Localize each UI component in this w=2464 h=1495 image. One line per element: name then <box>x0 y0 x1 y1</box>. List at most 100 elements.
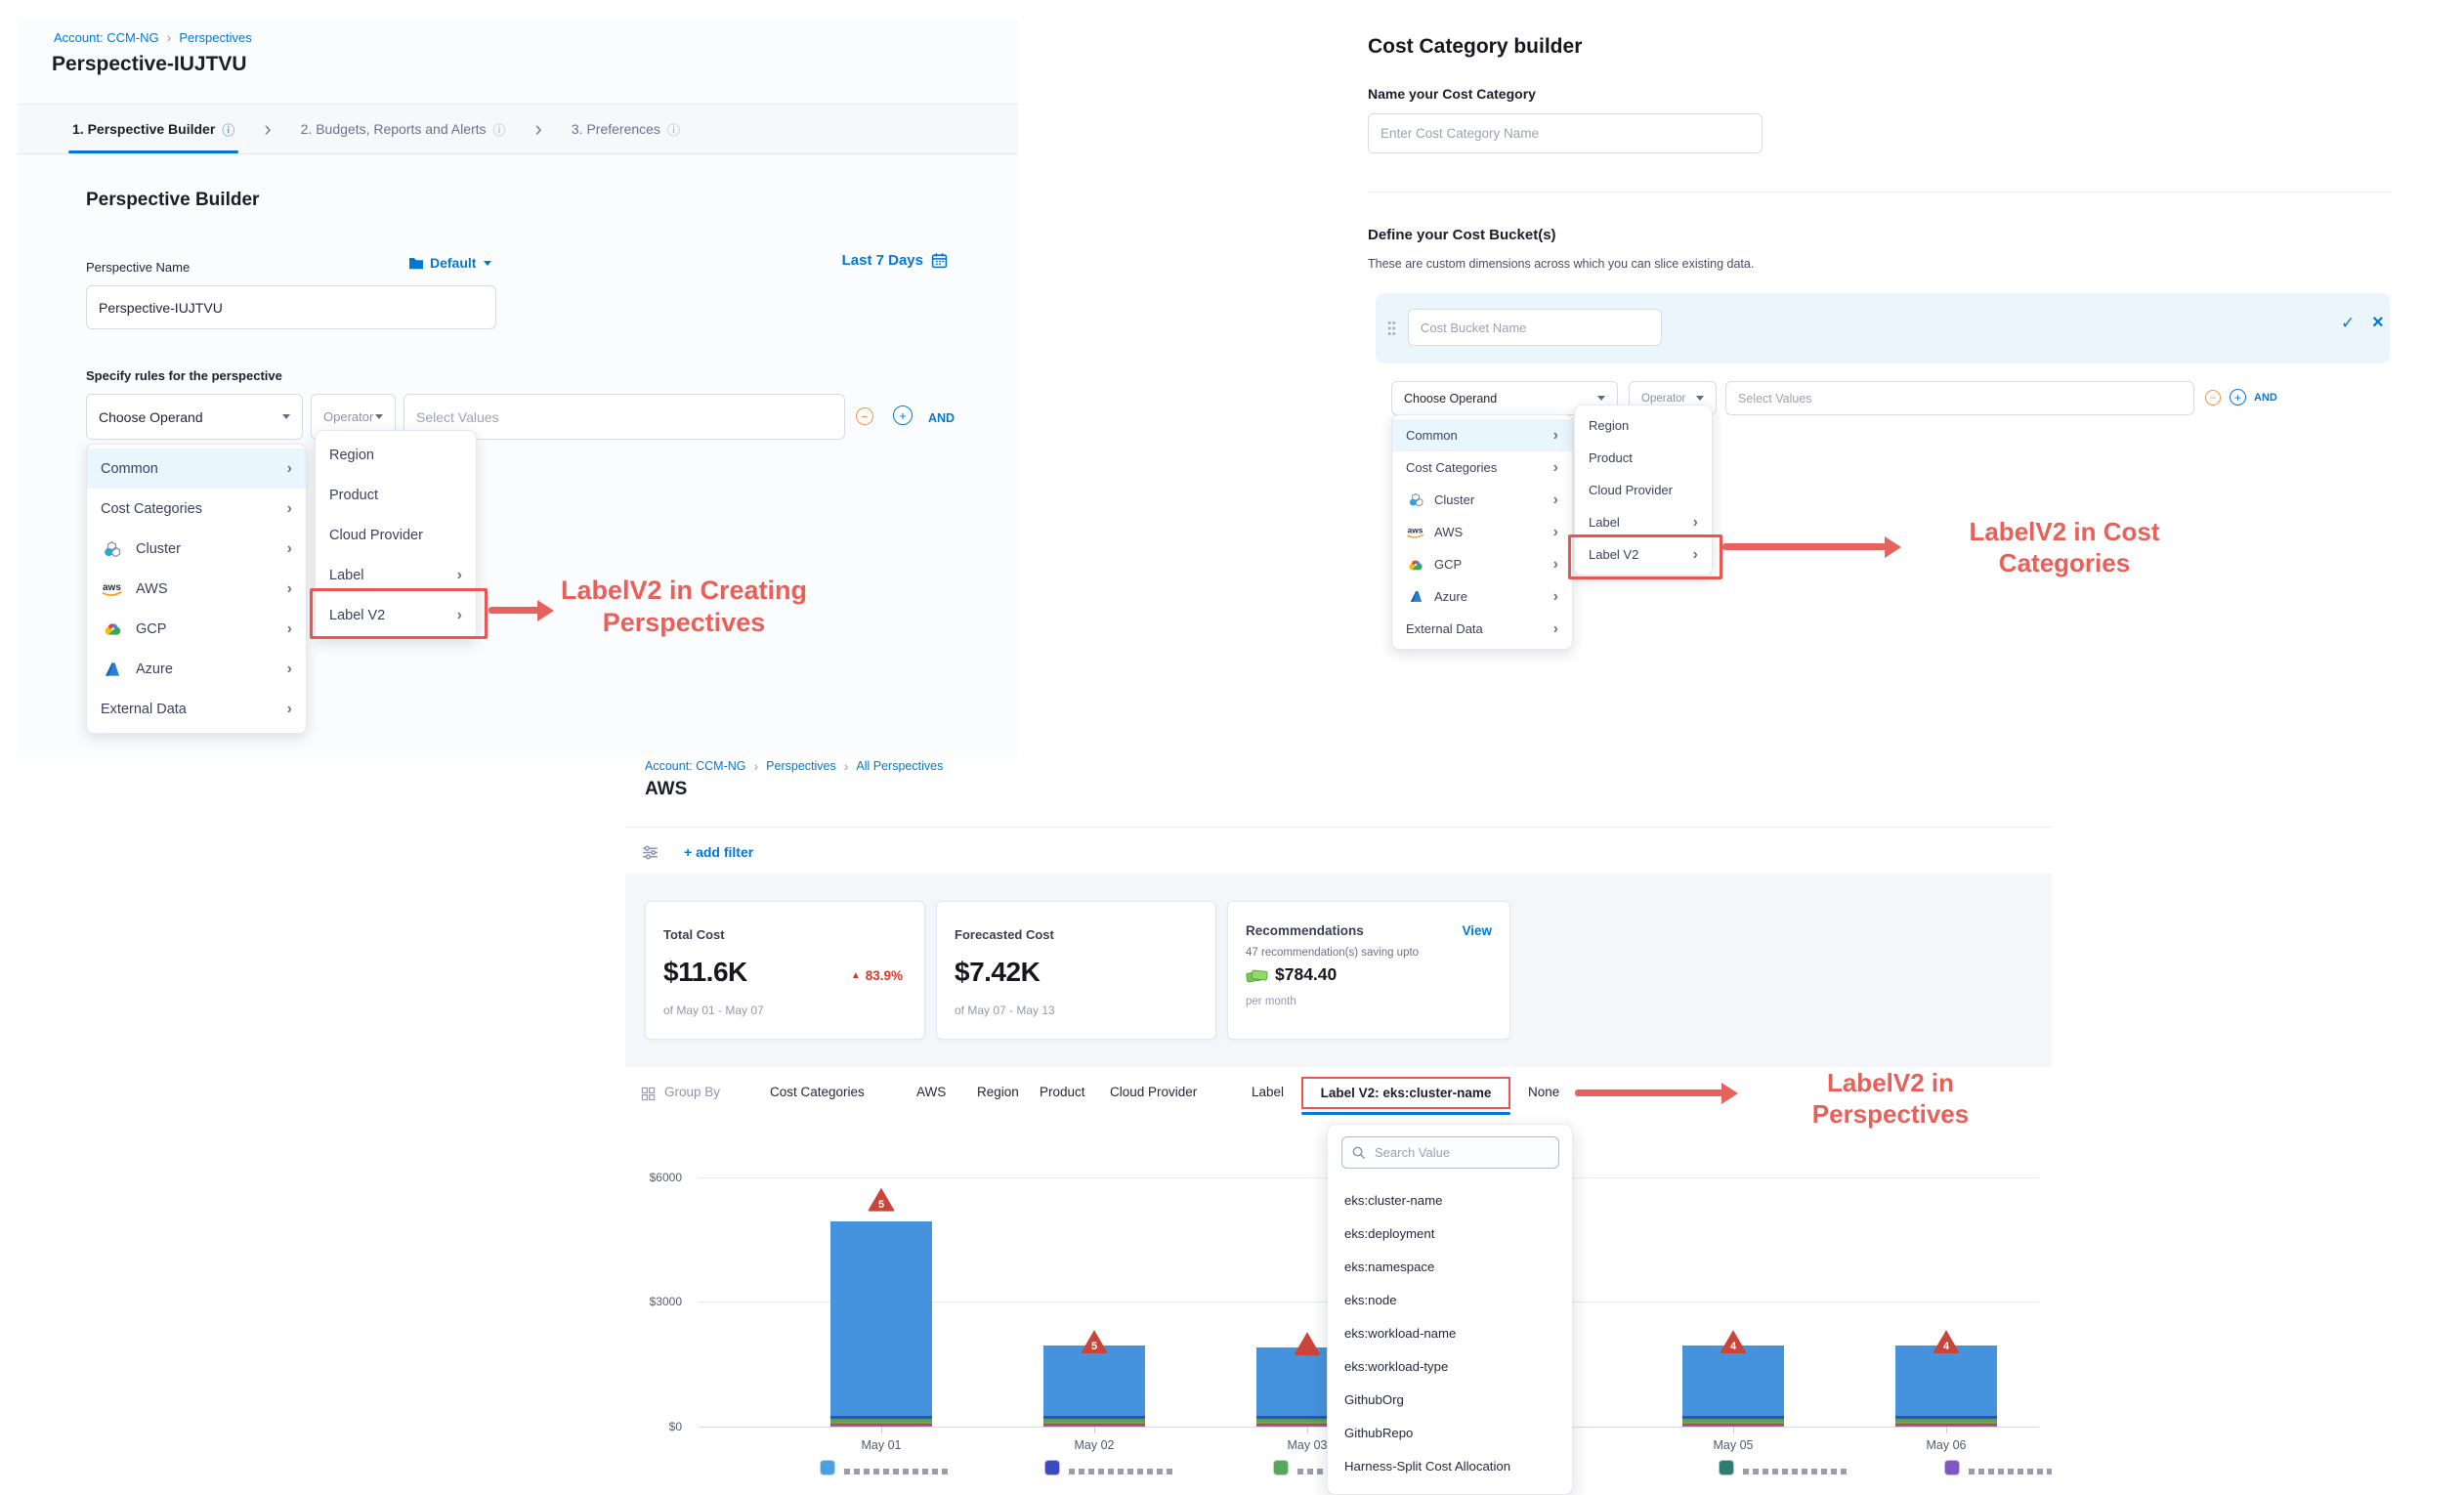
group-by-aws[interactable]: AWS <box>916 1085 946 1099</box>
close-bucket-button[interactable]: × <box>2372 312 2384 334</box>
bar-segment[interactable] <box>1682 1424 1784 1426</box>
tab-preferences[interactable]: 3. Preferences ⓘ <box>572 105 680 153</box>
cost-bucket-name-input[interactable] <box>1408 309 1662 346</box>
bar-segment[interactable] <box>1682 1416 1784 1419</box>
dropdown-item[interactable]: eks:cluster-name <box>1328 1183 1572 1217</box>
perspective-name-input[interactable] <box>86 285 496 329</box>
breadcrumb-account-link[interactable]: Account: CCM-NG <box>54 30 159 45</box>
bar-segment[interactable] <box>830 1419 932 1421</box>
bar-segment[interactable] <box>830 1422 932 1424</box>
delta-up-icon: ▲ <box>851 970 861 981</box>
submenu-item-region[interactable]: Region <box>316 435 476 475</box>
group-by-label-v2-selected[interactable]: Label V2: eks:cluster-name <box>1301 1077 1510 1109</box>
breadcrumb-account-link[interactable]: Account: CCM-NG <box>645 759 746 773</box>
tab-perspective-builder[interactable]: 1. Perspective Builder ⓘ <box>72 105 234 153</box>
and-operator-button[interactable]: AND <box>2254 392 2277 404</box>
submenu-item-label-v2[interactable]: Label V2 › <box>1575 538 1712 571</box>
bar-segment[interactable] <box>1043 1422 1145 1424</box>
breadcrumb-perspectives-link[interactable]: Perspectives <box>179 30 251 45</box>
dropdown-item[interactable]: GithubOrg <box>1328 1383 1572 1416</box>
menu-item-gcp[interactable]: GCP › <box>1392 548 1572 580</box>
submenu-item-product[interactable]: Product <box>1575 442 1712 474</box>
bar-segment[interactable] <box>1895 1346 1997 1416</box>
menu-item-cost-categories[interactable]: Cost Categories › <box>1392 451 1572 484</box>
dropdown-item[interactable]: GithubRepo <box>1328 1416 1572 1449</box>
bar-segment[interactable] <box>1895 1416 1997 1419</box>
menu-item-external-data[interactable]: External Data › <box>1392 613 1572 645</box>
bar-segment[interactable] <box>1043 1424 1145 1426</box>
bar-segment[interactable] <box>1895 1419 1997 1421</box>
submenu-item-label-v2[interactable]: Label V2 › <box>316 595 476 635</box>
values-select[interactable]: Select Values <box>1725 381 2194 415</box>
bar-segment[interactable] <box>1682 1346 1784 1416</box>
menu-item-azure[interactable]: Azure › <box>87 649 306 689</box>
anomaly-badge[interactable]: 4 <box>1933 1330 1960 1353</box>
anomaly-badge[interactable] <box>1294 1332 1321 1355</box>
drag-handle-icon[interactable] <box>1387 317 1396 340</box>
menu-item-aws[interactable]: aws AWS › <box>1392 516 1572 548</box>
bar-segment[interactable] <box>1043 1416 1145 1419</box>
dropdown-item[interactable]: eks:node <box>1328 1283 1572 1316</box>
menu-item-common[interactable]: Common › <box>1392 419 1572 451</box>
date-range-selector[interactable]: Last 7 Days <box>811 252 948 269</box>
menu-item-aws[interactable]: aws AWS › <box>87 569 306 609</box>
search-box[interactable] <box>1341 1136 1559 1169</box>
remove-rule-button[interactable]: − <box>2205 390 2221 406</box>
dropdown-item[interactable]: eks:deployment <box>1328 1217 1572 1250</box>
cost-category-name-input[interactable] <box>1368 113 1763 153</box>
menu-item-cost-categories[interactable]: Cost Categories › <box>87 489 306 529</box>
folder-selector[interactable]: Default <box>408 255 491 271</box>
bar-segment[interactable] <box>830 1416 932 1419</box>
group-by-cloud-provider[interactable]: Cloud Provider <box>1110 1085 1197 1099</box>
add-rule-button[interactable]: + <box>2230 389 2246 406</box>
submenu-item-product[interactable]: Product <box>316 475 476 515</box>
group-by-label-option[interactable]: Label <box>1252 1085 1284 1099</box>
menu-item-external-data[interactable]: External Data › <box>87 689 306 729</box>
bar-segment[interactable] <box>830 1424 932 1426</box>
operand-select[interactable]: Choose Operand <box>86 394 303 440</box>
group-by-cost-categories[interactable]: Cost Categories <box>770 1085 865 1099</box>
submenu-item-label[interactable]: Label › <box>1575 506 1712 538</box>
tab-budgets-reports-alerts[interactable]: 2. Budgets, Reports and Alerts ⓘ <box>301 105 506 153</box>
submenu-item-label[interactable]: Label › <box>316 555 476 595</box>
legend-item[interactable] <box>1719 1460 1850 1475</box>
menu-item-azure[interactable]: Azure › <box>1392 580 1572 613</box>
add-rule-button[interactable]: + <box>893 406 913 425</box>
group-by-product[interactable]: Product <box>1040 1085 1085 1099</box>
search-input[interactable] <box>1373 1144 1543 1161</box>
bar-segment[interactable] <box>1895 1422 1997 1424</box>
dropdown-item[interactable]: eks:namespace <box>1328 1250 1572 1283</box>
breadcrumb-all-perspectives-link[interactable]: All Perspectives <box>856 759 943 773</box>
bar-segment[interactable] <box>1043 1419 1145 1421</box>
group-by-region[interactable]: Region <box>977 1085 1019 1099</box>
dropdown-item[interactable]: eks:workload-name <box>1328 1316 1572 1349</box>
and-operator-button[interactable]: AND <box>928 411 955 425</box>
bar-segment[interactable] <box>1682 1419 1784 1421</box>
menu-item-gcp[interactable]: GCP › <box>87 609 306 649</box>
menu-item-cluster[interactable]: Cluster › <box>1392 484 1572 516</box>
view-recommendations-link[interactable]: View <box>1462 923 1492 938</box>
add-filter-button[interactable]: + add filter <box>684 844 753 860</box>
confirm-bucket-button[interactable]: ✓ <box>2341 314 2355 333</box>
bar-segment[interactable] <box>1682 1422 1784 1424</box>
dropdown-item[interactable]: Harness-Split Cost Allocation <box>1328 1449 1572 1482</box>
anomaly-badge[interactable]: 4 <box>1720 1330 1747 1353</box>
legend-item[interactable] <box>1944 1460 2052 1475</box>
menu-item-cluster[interactable]: Cluster › <box>87 529 306 569</box>
submenu-item-region[interactable]: Region <box>1575 409 1712 442</box>
anomaly-badge[interactable]: 5 <box>1081 1330 1108 1353</box>
legend-item[interactable] <box>1044 1460 1176 1475</box>
filter-icon[interactable] <box>641 844 659 861</box>
submenu-item-cloud-provider[interactable]: Cloud Provider <box>1575 474 1712 506</box>
breadcrumb-perspectives-link[interactable]: Perspectives <box>766 759 836 773</box>
bar-segment[interactable] <box>1895 1424 1997 1426</box>
menu-item-common[interactable]: Common › <box>87 448 306 489</box>
submenu-item-cloud-provider[interactable]: Cloud Provider <box>316 515 476 555</box>
bar-segment[interactable] <box>1043 1346 1145 1416</box>
remove-rule-button[interactable]: − <box>856 407 873 425</box>
legend-item[interactable] <box>820 1460 952 1475</box>
bar-segment[interactable] <box>830 1221 932 1417</box>
group-by-none[interactable]: None <box>1528 1085 1559 1099</box>
dropdown-item[interactable]: eks:workload-type <box>1328 1349 1572 1383</box>
anomaly-badge[interactable]: 5 <box>868 1188 895 1212</box>
